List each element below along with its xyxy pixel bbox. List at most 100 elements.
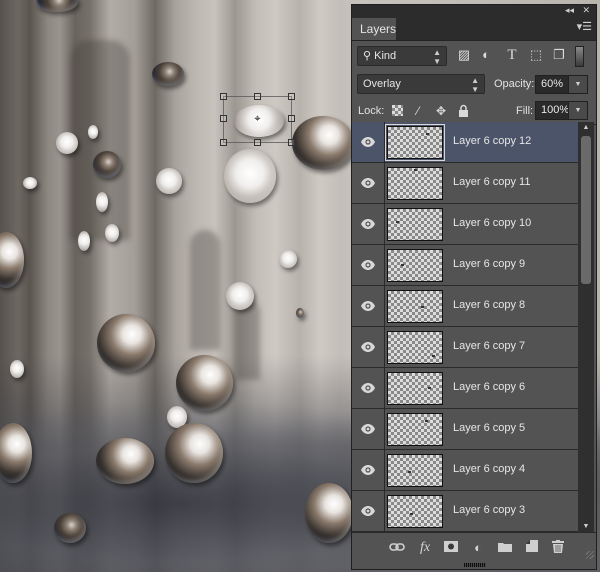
layer-thumbnail[interactable] [385, 124, 445, 161]
transform-handle-top-right[interactable] [288, 93, 295, 100]
layer-name[interactable]: Layer 6 copy 5 [453, 422, 525, 434]
water-drop [36, 0, 78, 12]
layer-thumbnail[interactable] [387, 290, 443, 323]
layer-thumbnail[interactable] [387, 249, 443, 282]
layer-thumbnail[interactable] [387, 413, 443, 446]
reference-point-icon[interactable]: ⌖ [253, 114, 262, 125]
layer-row[interactable]: Layer 6 copy 4 [352, 450, 579, 491]
visibility-eye-icon[interactable] [360, 299, 376, 311]
layer-thumbnail[interactable] [387, 331, 443, 364]
visibility-eye-icon[interactable] [360, 340, 376, 352]
layer-name[interactable]: Layer 6 copy 9 [453, 258, 525, 270]
water-drop [54, 513, 86, 543]
add-mask-icon[interactable] [442, 540, 460, 556]
thumbnail-content [414, 169, 417, 171]
transform-bounding-box[interactable]: ⌖ [220, 93, 295, 146]
new-layer-icon[interactable] [523, 540, 541, 556]
panel-title-bar[interactable]: ◂◂ ✕ [352, 5, 596, 16]
visibility-eye-icon[interactable] [360, 422, 376, 434]
layer-row[interactable]: Layer 6 copy 7 [352, 327, 579, 368]
layer-name[interactable]: Layer 6 copy 6 [453, 381, 525, 393]
eye-column-divider [384, 204, 385, 244]
thumbnail-content [410, 513, 413, 515]
delete-layer-icon[interactable] [549, 540, 567, 556]
layer-name[interactable]: Layer 6 copy 12 [453, 135, 531, 147]
shape-layer-filter-icon[interactable]: ⬚ [528, 47, 544, 63]
layer-name[interactable]: Layer 6 copy 3 [453, 504, 525, 516]
scroll-up-icon[interactable]: ▲ [578, 122, 594, 134]
opacity-label: Opacity: [494, 78, 535, 90]
transform-handle-right[interactable] [288, 115, 295, 122]
panel-menu-icon[interactable]: ▾☰ [577, 22, 592, 33]
transform-handle-top[interactable] [254, 93, 261, 100]
layer-name[interactable]: Layer 6 copy 11 [453, 176, 530, 188]
new-group-icon[interactable] [496, 540, 514, 556]
filter-toggle-switch[interactable] [575, 46, 584, 67]
layer-thumbnail[interactable] [387, 167, 443, 200]
water-drop [226, 282, 254, 310]
water-drop [97, 314, 155, 372]
filter-kind-select[interactable]: ⚲ Kind ▲ ▼ [357, 46, 447, 66]
water-drop [96, 192, 108, 212]
water-drop [292, 116, 354, 170]
thumbnail-content [396, 221, 399, 223]
close-icon[interactable]: ✕ [582, 5, 590, 16]
visibility-eye-icon[interactable] [360, 217, 376, 229]
opacity-dropdown-icon[interactable]: ▼ [568, 76, 587, 93]
type-layer-filter-icon[interactable]: T [504, 47, 520, 63]
fill-input[interactable]: 100% ▼ [535, 101, 588, 120]
layer-thumbnail[interactable] [387, 454, 443, 487]
visibility-eye-icon[interactable] [360, 463, 376, 475]
pixel-layer-filter-icon[interactable]: ▨ [456, 47, 472, 63]
layer-thumbnail[interactable] [387, 208, 443, 241]
lock-transparent-pixels-icon[interactable] [392, 105, 403, 116]
transform-handle-bottom-left[interactable] [220, 139, 227, 146]
panel-resize-handle[interactable] [586, 551, 594, 559]
adjustment-layer-filter-icon[interactable]: ◐ [478, 47, 494, 63]
water-drop [305, 483, 353, 543]
smart-object-filter-icon[interactable]: ❐ [551, 47, 567, 63]
layer-row[interactable]: Layer 6 copy 12 [352, 122, 579, 163]
transform-handle-left[interactable] [220, 115, 227, 122]
water-drop [176, 355, 233, 411]
visibility-eye-icon[interactable] [360, 135, 376, 147]
layer-name[interactable]: Layer 6 copy 10 [453, 217, 531, 229]
layer-row[interactable]: Layer 6 copy 10 [352, 204, 579, 245]
panel-drag-grip[interactable] [464, 563, 486, 567]
scrollbar-thumb[interactable] [581, 136, 591, 284]
layer-name[interactable]: Layer 6 copy 8 [453, 299, 525, 311]
layer-name[interactable]: Layer 6 copy 7 [453, 340, 525, 352]
blend-mode-select[interactable]: Overlay ▲ ▼ [357, 74, 485, 94]
transform-handle-bottom-right[interactable] [288, 139, 295, 146]
visibility-eye-icon[interactable] [360, 258, 376, 270]
water-drop [165, 423, 223, 483]
fill-dropdown-icon[interactable]: ▼ [568, 102, 587, 119]
layer-style-fx-icon[interactable]: fx [416, 540, 434, 556]
layer-row[interactable]: Layer 6 copy 11 [352, 163, 579, 204]
layer-thumbnail[interactable] [387, 495, 443, 528]
water-drop [96, 438, 154, 484]
layer-row[interactable]: Layer 6 copy 6 [352, 368, 579, 409]
new-adjustment-layer-icon[interactable]: ◐ [469, 540, 487, 556]
collapse-panel-icon[interactable]: ◂◂ [565, 5, 574, 16]
lock-all-icon[interactable] [456, 104, 470, 118]
transform-handle-bottom[interactable] [254, 139, 261, 146]
transform-handle-top-left[interactable] [220, 93, 227, 100]
layer-name[interactable]: Layer 6 copy 4 [453, 463, 525, 475]
layers-scrollbar[interactable]: ▲ ▼ [578, 122, 594, 533]
tab-layers[interactable]: Layers [352, 18, 396, 40]
layer-row[interactable]: Layer 6 copy 3 [352, 491, 579, 532]
opacity-input[interactable]: 60% ▼ [535, 75, 588, 94]
visibility-eye-icon[interactable] [360, 504, 376, 516]
layer-row[interactable]: Layer 6 copy 9 [352, 245, 579, 286]
layer-row[interactable]: Layer 6 copy 8 [352, 286, 579, 327]
visibility-eye-icon[interactable] [360, 381, 376, 393]
lock-image-pixels-icon[interactable]: ⁄ [411, 104, 425, 118]
link-layers-icon[interactable] [388, 540, 406, 556]
layer-row[interactable]: Layer 6 copy 5 [352, 409, 579, 450]
lock-position-icon[interactable]: ✥ [434, 104, 448, 118]
thumbnail-content [408, 471, 411, 473]
layer-thumbnail[interactable] [387, 372, 443, 405]
thumbnail-content [428, 387, 431, 389]
visibility-eye-icon[interactable] [360, 176, 376, 188]
